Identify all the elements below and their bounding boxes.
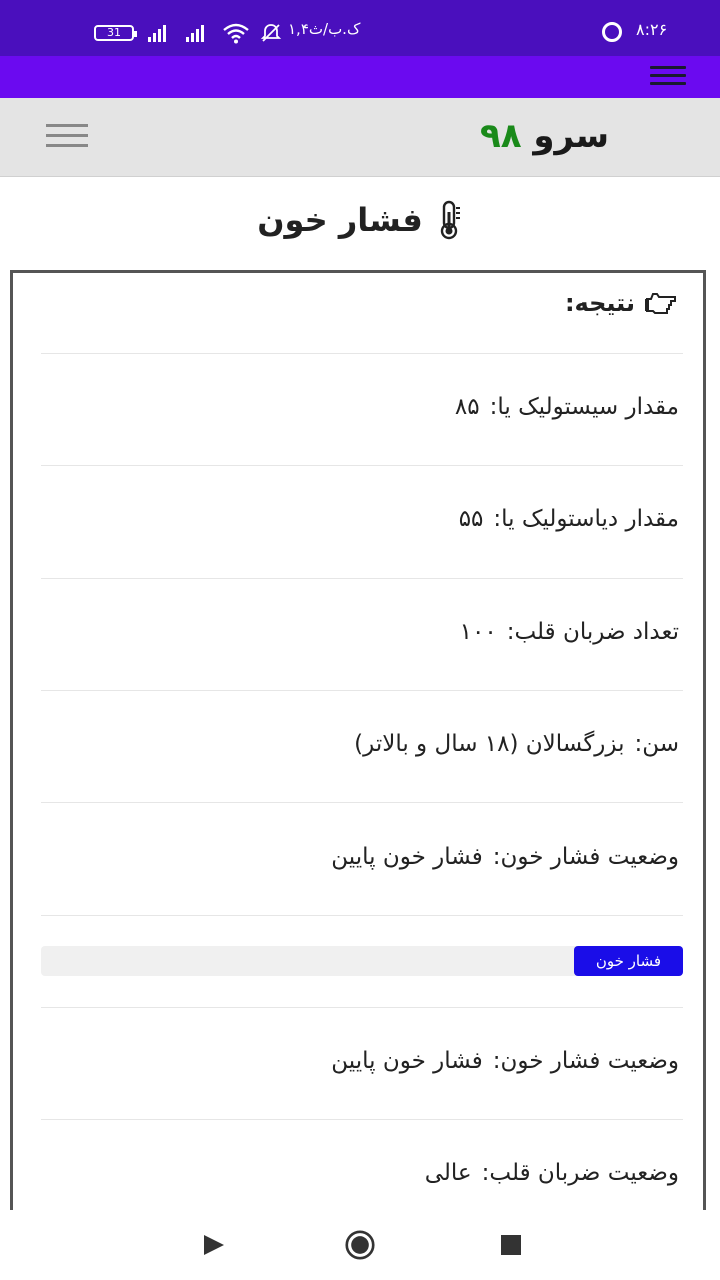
diastolic-row: مقدار دیاستولیک یا: ۵۵: [59, 499, 679, 539]
divider: [41, 578, 683, 579]
divider: [41, 465, 683, 466]
heart-status-value: عالی: [424, 1160, 472, 1186]
divider: [41, 1119, 683, 1120]
bp-status-value: فشار خون پایین: [331, 844, 483, 870]
bp-status-label-2: وضعیت فشار خون:: [492, 1048, 679, 1074]
systolic-label: مقدار سیستولیک یا:: [489, 394, 679, 420]
logo-name: سرو: [533, 116, 610, 156]
age-row: سن: بزرگسالان (۱۸ سال و بالاتر): [59, 724, 679, 764]
wifi-icon: [223, 23, 249, 44]
signal-icon: [148, 24, 166, 42]
bp-status-row-2: وضعیت فشار خون: فشار خون پایین: [59, 1041, 679, 1081]
bp-status-value-2: فشار خون پایین: [331, 1048, 483, 1074]
bp-progress-fill: فشار خون: [573, 946, 683, 976]
heart-status-label: وضعیت ضربان قلب:: [481, 1160, 679, 1186]
diastolic-label: مقدار دیاستولیک یا:: [493, 506, 679, 532]
page-title: فشار خون: [0, 190, 720, 250]
divider: [41, 915, 683, 916]
bp-status-row: وضعیت فشار خون: فشار خون پایین: [59, 837, 679, 877]
app-bar: [0, 56, 720, 98]
heart-status-row: وضعیت ضربان قلب: عالی: [59, 1153, 679, 1193]
bp-status-label: وضعیت فشار خون:: [492, 844, 679, 870]
result-heading: نتیجه:: [565, 283, 677, 323]
recents-square-icon[interactable]: [496, 1230, 526, 1260]
divider: [41, 802, 683, 803]
logo-number: ۹۸: [480, 116, 522, 156]
hamburger-menu-icon[interactable]: [46, 124, 88, 148]
divider: [41, 353, 683, 354]
age-label: سن:: [634, 731, 679, 757]
mute-bell-icon: [260, 24, 282, 42]
heart-rate-label: تعداد ضربان قلب:: [506, 619, 679, 645]
thermometer-icon: [440, 200, 460, 240]
status-time: ۸:۲۶: [636, 20, 668, 39]
menu-icon[interactable]: [650, 66, 686, 88]
app-notification-icon: [602, 22, 622, 42]
signal-icon: [186, 24, 204, 42]
age-value: بزرگسالان (۱۸ سال و بالاتر): [354, 731, 625, 757]
bp-progress-bar: فشار خون: [41, 946, 683, 976]
heart-rate-row: تعداد ضربان قلب: ۱۰۰: [59, 612, 679, 652]
result-panel: نتیجه: مقدار سیستولیک یا: ۸۵ مقدار دیاست…: [10, 270, 706, 1230]
diastolic-value: ۵۵: [458, 506, 484, 532]
result-heading-text: نتیجه:: [564, 289, 635, 317]
page-title-text: فشار خون: [257, 201, 423, 239]
divider: [41, 1007, 683, 1008]
systolic-row: مقدار سیستولیک یا: ۸۵: [59, 387, 679, 427]
home-circle-icon[interactable]: [345, 1230, 375, 1260]
hand-pointing-icon: [645, 293, 676, 314]
back-triangle-icon[interactable]: [198, 1230, 228, 1260]
status-bar: ۸:۲۶ ۱,۴ک.ب/ث 31: [0, 0, 720, 56]
system-nav-bar: [0, 1210, 720, 1280]
data-speed: ۱,۴ک.ب/ث: [288, 20, 361, 38]
site-header: سرو ۹۸: [0, 98, 720, 177]
battery-icon: 31: [94, 25, 137, 41]
heart-rate-value: ۱۰۰: [459, 619, 497, 645]
divider: [41, 690, 683, 691]
site-logo[interactable]: سرو ۹۸: [480, 116, 609, 156]
systolic-value: ۸۵: [454, 394, 480, 420]
